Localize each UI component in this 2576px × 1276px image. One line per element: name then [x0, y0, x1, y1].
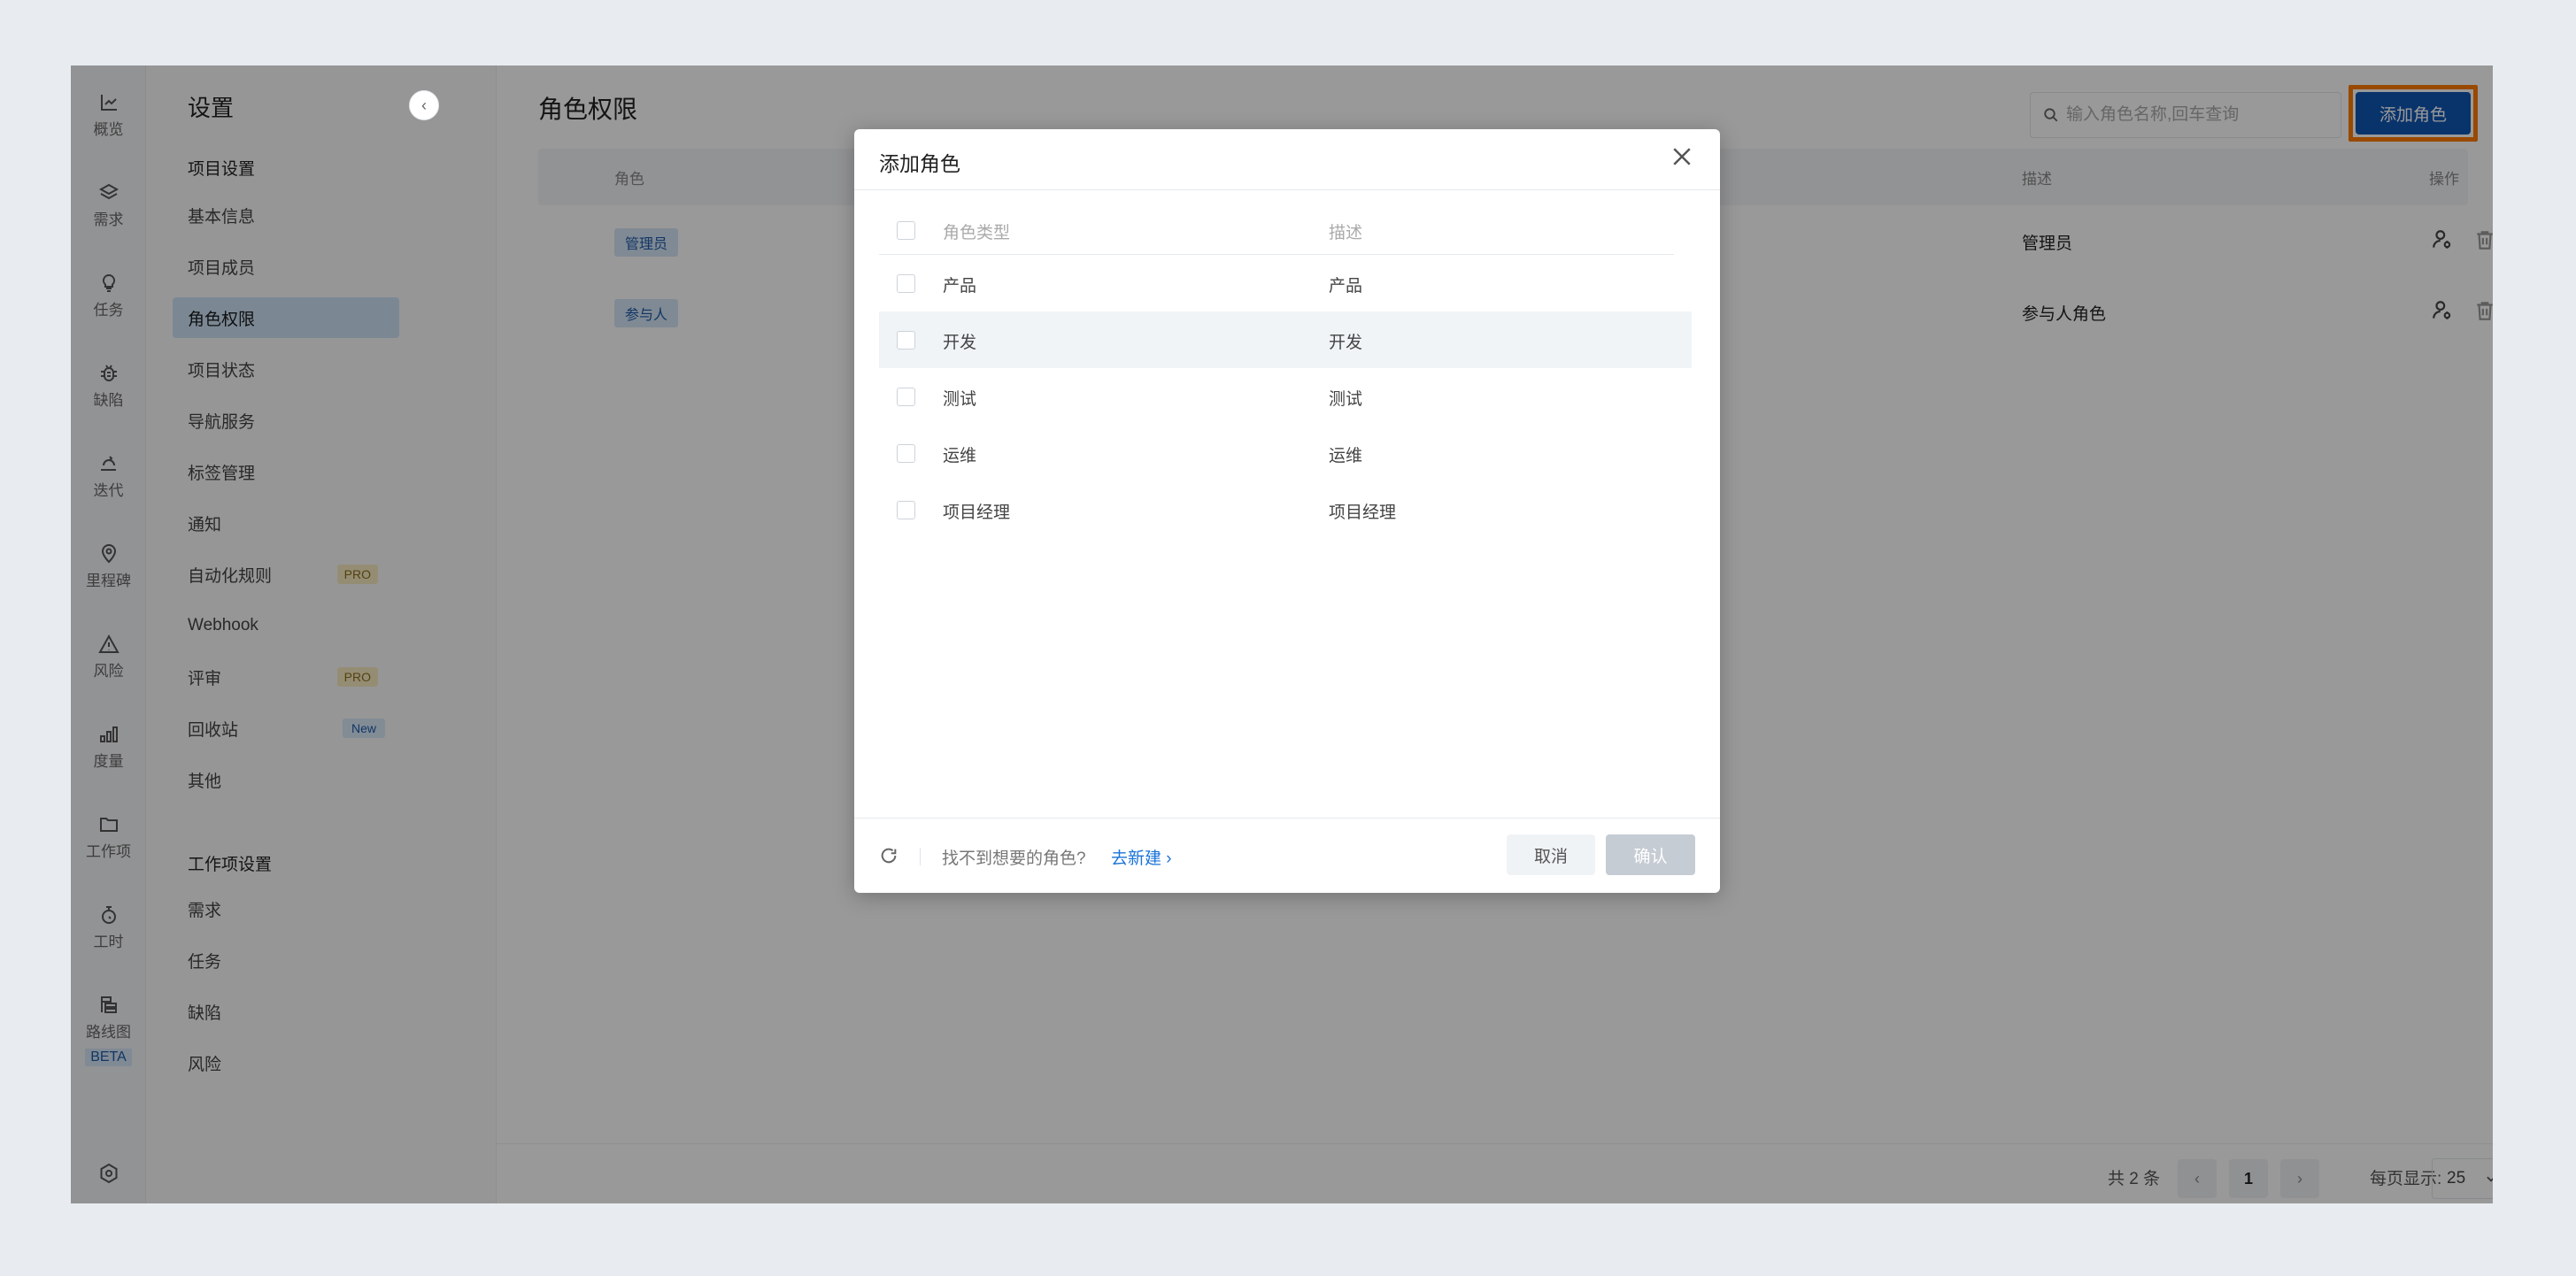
select-all-checkbox[interactable] — [897, 221, 915, 240]
dialog-title: 添加角色 — [879, 152, 960, 175]
collapse-menu-button[interactable]: ‹ — [409, 90, 439, 120]
dialog-footer-divider — [854, 818, 1720, 819]
role-type: 开发 — [943, 334, 977, 352]
cant-find-role-text: 找不到想要的角色? — [942, 849, 1086, 868]
row-checkbox[interactable] — [897, 274, 915, 293]
create-new-role-link[interactable]: 去新建 › — [1111, 845, 1172, 869]
dialog-table-header: 角色类型 描述 — [879, 204, 1674, 255]
dialog-row[interactable]: 产品 产品 — [879, 255, 1692, 311]
role-type: 测试 — [943, 390, 977, 409]
footer-divider — [920, 848, 921, 865]
role-type: 运维 — [943, 447, 977, 465]
role-desc: 开发 — [1329, 334, 1363, 352]
row-checkbox[interactable] — [897, 331, 915, 350]
dialog-row[interactable]: 运维 运维 — [879, 425, 1692, 481]
cancel-button[interactable]: 取消 — [1507, 834, 1595, 875]
row-checkbox[interactable] — [897, 444, 915, 463]
role-desc: 运维 — [1329, 447, 1363, 465]
close-icon — [1673, 148, 1691, 165]
refresh-icon — [881, 848, 897, 864]
dialog-header-divider — [854, 189, 1720, 190]
role-desc: 项目经理 — [1329, 503, 1397, 522]
role-desc: 测试 — [1329, 390, 1363, 409]
close-dialog-button[interactable] — [1669, 143, 1695, 170]
role-type: 产品 — [943, 277, 977, 296]
dialog-row[interactable]: 测试 测试 — [879, 368, 1692, 425]
dialog-row[interactable]: 项目经理 项目经理 — [879, 481, 1692, 538]
add-role-dialog: 添加角色 角色类型 描述 产品 产品 开发 开发 测试 测试 运维 运维 项目经… — [854, 129, 1720, 893]
chevron-left-icon: ‹ — [421, 96, 427, 114]
role-desc: 产品 — [1329, 277, 1363, 296]
row-checkbox[interactable] — [897, 501, 915, 519]
dialog-row[interactable]: 开发 开发 — [879, 311, 1692, 368]
refresh-button[interactable] — [879, 846, 899, 865]
column-header-role-type: 角色类型 — [943, 224, 1011, 242]
role-type: 项目经理 — [943, 503, 1011, 522]
row-checkbox[interactable] — [897, 388, 915, 406]
column-header-desc: 描述 — [1329, 224, 1363, 242]
confirm-button[interactable]: 确认 — [1606, 834, 1695, 875]
